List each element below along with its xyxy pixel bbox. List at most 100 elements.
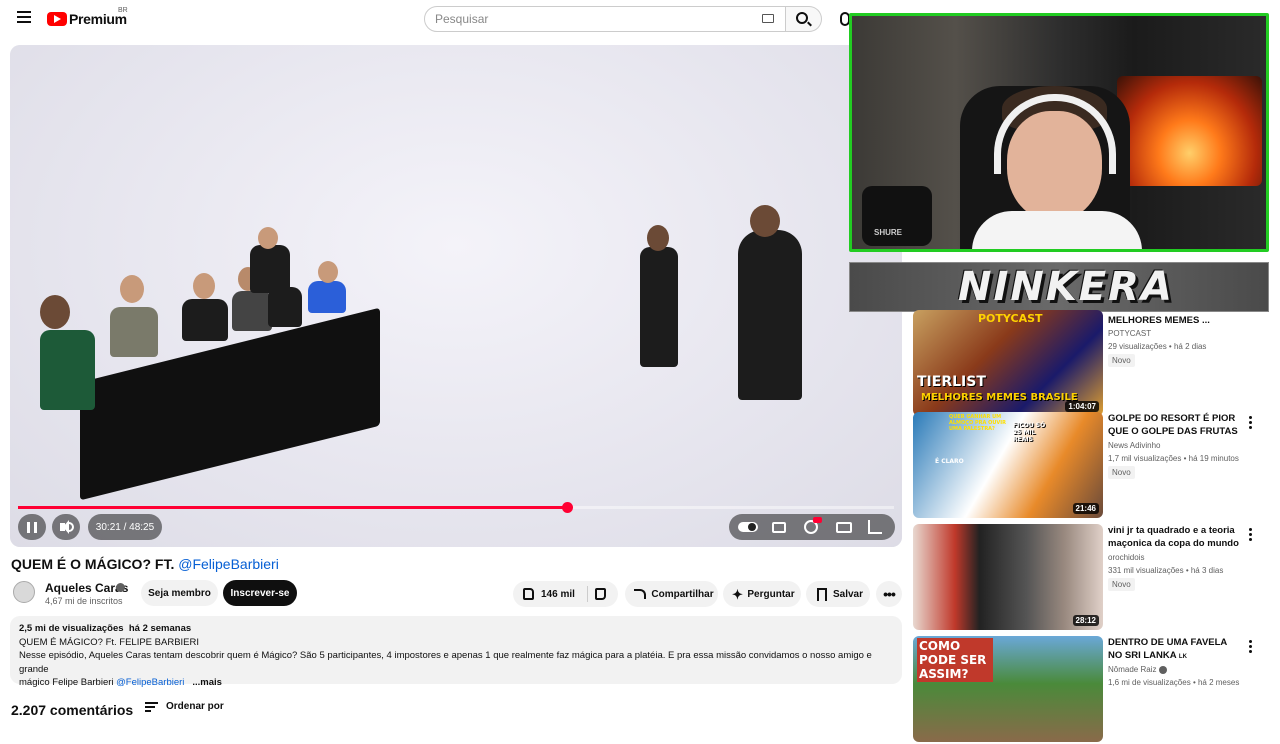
- more-options-icon[interactable]: [1249, 528, 1253, 542]
- country-flag-label: LK: [1178, 654, 1187, 660]
- search-input[interactable]: Pesquisar: [424, 6, 786, 32]
- video-person-standing: [738, 230, 802, 400]
- recommended-channel[interactable]: POTYCAST: [1108, 329, 1151, 338]
- recommended-channel[interactable]: News Adivinho: [1108, 441, 1160, 450]
- thumbnail-text: COMO PODE SER ASSIM?: [917, 638, 993, 682]
- description-line: mágico Felipe Barbieri @FelipeBarbieri .…: [19, 676, 893, 690]
- video-person-head: [750, 205, 780, 237]
- view-count: 1,7 mil visualizações: [1108, 454, 1182, 463]
- save-button[interactable]: Salvar: [806, 581, 870, 607]
- recommended-video[interactable]: FICOU SÓ 25 MIL REAIS QUER GANHAR UM ALM…: [913, 412, 1253, 520]
- view-count: 331 mil visualizações: [1108, 566, 1184, 575]
- recommended-title[interactable]: vini jr ta quadrado e a teoria maçonica …: [1108, 524, 1243, 550]
- recommended-title[interactable]: GOLPE DO RESORT É PIOR QUE O GOLPE DAS F…: [1108, 412, 1243, 438]
- new-badge: Novo: [1108, 354, 1135, 367]
- upload-age: há 2 meses: [1197, 678, 1240, 687]
- more-options-icon[interactable]: [1249, 416, 1253, 430]
- more-actions-button[interactable]: •••: [876, 581, 902, 607]
- streamer-shirt: [972, 211, 1142, 249]
- country-code: BR: [118, 7, 128, 14]
- search-button[interactable]: [786, 6, 822, 32]
- upload-age: há 3 dias: [1190, 566, 1224, 575]
- video-person: [232, 291, 272, 331]
- verified-icon: [116, 583, 125, 592]
- time-display: 30:21 / 48:25: [88, 514, 162, 540]
- recommended-channel[interactable]: Nômade Raiz: [1108, 665, 1167, 674]
- progress-bar-fill: [18, 506, 567, 509]
- recommended-title[interactable]: MELHORES MEMES ...: [1108, 314, 1243, 327]
- channel-avatar[interactable]: [13, 581, 35, 603]
- video-frame: [10, 45, 902, 547]
- recommended-title-text: DENTRO DE UMA FAVELA NO SRI LANKA: [1108, 637, 1227, 661]
- video-person: [308, 281, 346, 313]
- upload-date: há 2 semanas: [128, 623, 192, 634]
- share-button[interactable]: Compartilhar: [625, 581, 718, 607]
- new-badge: Novo: [1108, 578, 1135, 591]
- streamer-name: NINKERA: [958, 264, 1174, 310]
- video-thumbnail[interactable]: FICOU SÓ 25 MIL REAIS QUER GANHAR UM ALM…: [913, 412, 1103, 518]
- youtube-premium-logo[interactable]: Premium BR: [47, 7, 128, 28]
- recommended-video[interactable]: COMO PODE SER ASSIM? DENTRO DE UMA FAVEL…: [913, 636, 1253, 744]
- description-mention-link[interactable]: @FelipeBarbieri: [116, 677, 184, 688]
- hd-badge: [813, 517, 822, 523]
- sort-comments-button[interactable]: Ordenar por: [145, 701, 224, 712]
- fullscreen-icon[interactable]: [868, 520, 882, 534]
- join-member-button[interactable]: Seja membro: [141, 580, 218, 606]
- speaker-wave-icon: [69, 522, 74, 532]
- video-thumbnail[interactable]: POTYCAST TIERLIST MELHORES MEMES BRASILE…: [913, 310, 1103, 416]
- sort-label: Ordenar por: [166, 701, 224, 712]
- sparkle-icon: ✦: [732, 587, 743, 602]
- fireplace-screen: [1117, 76, 1262, 186]
- join-member-label: Seja membro: [148, 587, 211, 599]
- pause-icon: [34, 522, 37, 533]
- recommended-channel[interactable]: orochidois: [1108, 553, 1144, 562]
- upload-age: há 2 dias: [1173, 342, 1207, 351]
- recommended-video[interactable]: POTYCAST TIERLIST MELHORES MEMES BRASILE…: [913, 310, 1253, 418]
- video-person-head: [120, 275, 144, 303]
- thumbs-up-icon: [523, 588, 534, 600]
- view-count: 2,5 mi de visualizações: [19, 623, 124, 634]
- theater-mode-icon[interactable]: [836, 522, 852, 533]
- video-thumbnail[interactable]: 28:12: [913, 524, 1103, 630]
- menu-icon[interactable]: [12, 8, 36, 30]
- recommended-meta: 1,7 mil visualizações • há 19 minutos: [1108, 454, 1239, 463]
- video-thumbnail[interactable]: COMO PODE SER ASSIM?: [913, 636, 1103, 742]
- mic-brand-label: SHURE: [874, 228, 903, 237]
- thumbnail-text: POTYCAST: [978, 312, 1043, 325]
- video-person-head: [647, 225, 669, 251]
- view-count: 1,6 mi de visualizações: [1108, 678, 1191, 687]
- recommended-meta: 29 visualizações • há 2 dias: [1108, 342, 1207, 351]
- like-dislike-group: 146 mil: [513, 581, 618, 607]
- progress-scrubber[interactable]: [562, 502, 573, 513]
- recommended-video[interactable]: 28:12 vini jr ta quadrado e a teoria maç…: [913, 524, 1253, 632]
- video-person: [40, 330, 95, 410]
- thumbnail-text: MELHORES MEMES BRASILE: [921, 392, 1078, 403]
- description-box[interactable]: 2,5 mi de visualizações há 2 semanas QUE…: [10, 616, 902, 688]
- microphone: [862, 186, 932, 246]
- show-more-link[interactable]: ...mais: [192, 677, 222, 688]
- more-options-icon[interactable]: [1249, 640, 1253, 654]
- volume-button[interactable]: [52, 514, 80, 540]
- like-button[interactable]: 146 mil: [513, 581, 585, 607]
- divider: [587, 586, 588, 602]
- video-title-mention-link[interactable]: @FelipeBarbieri: [178, 556, 279, 572]
- subscribe-button[interactable]: Inscrever-se: [223, 580, 297, 606]
- subtitles-icon[interactable]: [772, 522, 786, 533]
- recommended-title[interactable]: DENTRO DE UMA FAVELA NO SRI LANKA LK: [1108, 636, 1243, 664]
- ask-button[interactable]: ✦ Perguntar: [723, 581, 801, 607]
- verified-icon: [1158, 665, 1167, 674]
- time-text: 30:21 / 48:25: [95, 521, 155, 533]
- video-person-head: [258, 227, 278, 249]
- thumbnail-text: FICOU SÓ 25 MIL REAIS: [1013, 422, 1046, 443]
- bookmark-icon: [817, 588, 827, 601]
- video-person: [250, 245, 290, 293]
- keyboard-icon[interactable]: [762, 14, 774, 23]
- thumbnail-text: QUER GANHAR UM ALMOÇO PRA OUVIR UMA PALE…: [949, 414, 1006, 432]
- view-count: 29 visualizações: [1108, 342, 1167, 351]
- thumbs-down-icon[interactable]: [595, 588, 606, 600]
- video-player[interactable]: 30:21 / 48:25: [10, 45, 902, 547]
- autoplay-toggle[interactable]: [738, 522, 758, 532]
- recommended-meta: 1,6 mi de visualizações • há 2 meses: [1108, 678, 1240, 687]
- pause-button[interactable]: [18, 514, 46, 540]
- subscriber-count: 4,67 mi de inscritos: [45, 596, 123, 606]
